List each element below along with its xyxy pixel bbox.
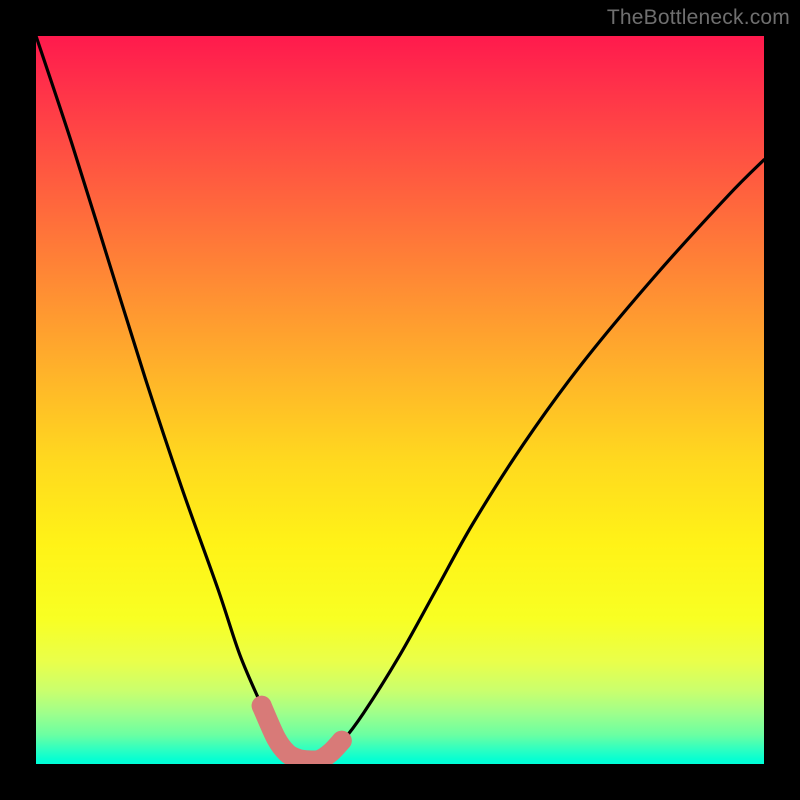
- chart-frame: TheBottleneck.com: [0, 0, 800, 800]
- optimal-range-highlight: [262, 706, 342, 761]
- marker-start-dot: [252, 696, 272, 716]
- curve-svg: [36, 36, 764, 764]
- watermark-text: TheBottleneck.com: [607, 6, 790, 30]
- marker-end-dot: [332, 731, 352, 751]
- plot-area: [36, 36, 764, 764]
- bottleneck-curve: [36, 36, 764, 761]
